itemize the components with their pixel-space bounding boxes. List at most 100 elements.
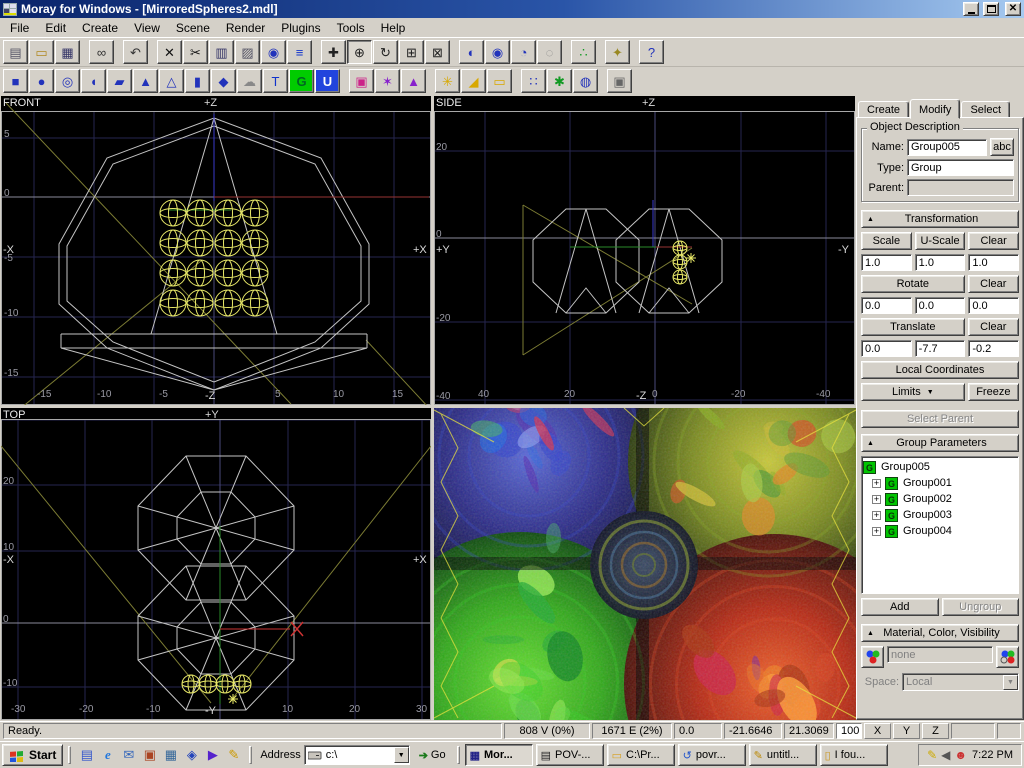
- local-coordinates-button[interactable]: Local Coordinates: [861, 361, 1019, 379]
- viewport-front[interactable]: FRONT+Z-X+X-Z50-5-10-15-15-10-551015: [1, 96, 431, 405]
- group-tree[interactable]: GGroup005+GGroup001+GGroup002+GGroup003+…: [861, 456, 1019, 594]
- volume-icon[interactable]: ◀: [941, 748, 950, 762]
- create-text-button[interactable]: T: [263, 69, 288, 93]
- open-file-button[interactable]: ▭: [29, 40, 54, 64]
- tree-item-group003[interactable]: +GGroup003: [863, 507, 1017, 523]
- network-users-icon[interactable]: ☻: [954, 748, 967, 762]
- task-button-mor[interactable]: ▦Mor...: [465, 744, 533, 766]
- menu-tools[interactable]: Tools: [329, 19, 373, 37]
- render-preview-button[interactable]: ∞: [89, 40, 114, 64]
- create-point-light-button[interactable]: ✳: [435, 69, 460, 93]
- clock[interactable]: 7:22 PM: [972, 749, 1013, 761]
- menu-plugins[interactable]: Plugins: [273, 19, 328, 37]
- space-dropdown[interactable]: Local ▼: [902, 673, 1019, 691]
- paste-button[interactable]: ▨: [235, 40, 260, 64]
- create-camera-button[interactable]: ▣: [607, 69, 632, 93]
- snap-value[interactable]: 100: [836, 723, 862, 739]
- name-field[interactable]: [907, 139, 987, 156]
- wireframe-options-button[interactable]: ≡: [287, 40, 312, 64]
- create-cylinder-button[interactable]: ▮: [185, 69, 210, 93]
- media-channels-icon[interactable]: ▣: [139, 745, 160, 765]
- menu-view[interactable]: View: [126, 19, 168, 37]
- move-object-button[interactable]: ⊕: [347, 40, 372, 64]
- material-browse-button[interactable]: [861, 646, 884, 668]
- translate-y-field[interactable]: [915, 340, 966, 357]
- expand-icon[interactable]: +: [872, 479, 881, 488]
- start-button[interactable]: Start: [2, 744, 63, 766]
- tab-select[interactable]: Select: [961, 101, 1010, 118]
- graphics-tray-icon[interactable]: ✎: [927, 748, 937, 762]
- tree-item-group005[interactable]: GGroup005: [863, 459, 1017, 475]
- tab-modify[interactable]: Modify: [910, 99, 960, 119]
- task-button-povr[interactable]: ↺povr...: [678, 744, 746, 766]
- calculator-icon[interactable]: ▦: [160, 745, 181, 765]
- task-button-cpr[interactable]: ▭C:\Pr...: [607, 744, 675, 766]
- expand-icon[interactable]: +: [872, 527, 881, 536]
- translate-z-field[interactable]: [968, 340, 1019, 357]
- freeze-button[interactable]: Freeze: [968, 383, 1019, 401]
- title-bar[interactable]: Moray for Windows - [MirroredSpheres2.md…: [0, 0, 1024, 18]
- translate-button[interactable]: Translate: [861, 318, 965, 336]
- address-input[interactable]: c:\ ▼: [304, 745, 410, 765]
- viewport-side[interactable]: SIDE+Z+Y-Y-Z200-20-4040200-20-40: [434, 96, 855, 405]
- group-parameters-header[interactable]: ▲ Group Parameters: [861, 434, 1019, 452]
- rotate-clear-button[interactable]: Clear: [968, 275, 1019, 293]
- paint-icon[interactable]: ✎: [223, 745, 244, 765]
- rotate-x-field[interactable]: [861, 297, 912, 314]
- scale-y-field[interactable]: [915, 254, 966, 271]
- new-file-button[interactable]: ▤: [3, 40, 28, 64]
- tree-item-group004[interactable]: +GGroup004: [863, 523, 1017, 539]
- cut-button[interactable]: ✂: [183, 40, 208, 64]
- transformation-header[interactable]: ▲ Transformation: [861, 210, 1019, 228]
- create-box-button[interactable]: ■: [3, 69, 28, 93]
- menu-render[interactable]: Render: [218, 19, 273, 37]
- help-button[interactable]: ?: [639, 40, 664, 64]
- select-by-color-button[interactable]: ∴: [571, 40, 596, 64]
- create-torus-button[interactable]: ◎: [55, 69, 80, 93]
- render-object-button[interactable]: ◐: [459, 40, 484, 64]
- menu-help[interactable]: Help: [373, 19, 414, 37]
- taskbar-grip[interactable]: [249, 746, 252, 764]
- translate-clear-button[interactable]: Clear: [968, 318, 1019, 336]
- add-button[interactable]: Add: [861, 598, 939, 616]
- render-scene-button[interactable]: ◉: [485, 40, 510, 64]
- viewport-camera-render[interactable]: [434, 408, 856, 720]
- restore-button[interactable]: [983, 2, 999, 16]
- tab-create[interactable]: Create: [858, 101, 909, 118]
- limits-button[interactable]: Limits ▼: [861, 383, 965, 401]
- task-button-ifou[interactable]: ▯I fou...: [820, 744, 888, 766]
- viewport-splitter-horizontal[interactable]: [0, 405, 856, 408]
- create-group-button[interactable]: G: [289, 69, 314, 93]
- taskbar-grip[interactable]: [68, 746, 71, 764]
- internet-explorer-icon[interactable]: e: [97, 745, 118, 765]
- create-lathe-button[interactable]: ◆: [211, 69, 236, 93]
- menu-file[interactable]: File: [2, 19, 37, 37]
- create-disc-button[interactable]: ◖: [81, 69, 106, 93]
- render-stop-button[interactable]: ◌: [537, 40, 562, 64]
- undo-button[interactable]: ↶: [123, 40, 148, 64]
- create-intersection-button[interactable]: ✶: [375, 69, 400, 93]
- create-area-light-button[interactable]: ▭: [487, 69, 512, 93]
- create-merge-button[interactable]: ▲: [401, 69, 426, 93]
- norton-icon[interactable]: ◈: [181, 745, 202, 765]
- create-bicone-button[interactable]: △: [159, 69, 184, 93]
- create-sphere-button[interactable]: ●: [29, 69, 54, 93]
- translate-x-field[interactable]: [861, 340, 912, 357]
- maximize-viewport-button[interactable]: ⊞: [399, 40, 424, 64]
- ungroup-button[interactable]: Ungroup: [942, 598, 1020, 616]
- uscale-button[interactable]: U-Scale: [915, 232, 966, 250]
- axis-z-toggle[interactable]: Z: [922, 723, 949, 739]
- abc-button[interactable]: abc: [990, 138, 1014, 156]
- menu-create[interactable]: Create: [74, 19, 126, 37]
- task-button-untitl[interactable]: ✎untitl...: [749, 744, 817, 766]
- rotate-object-button[interactable]: ↻: [373, 40, 398, 64]
- tree-item-group002[interactable]: +GGroup002: [863, 491, 1017, 507]
- rotate-y-field[interactable]: [915, 297, 966, 314]
- media-player-icon[interactable]: ▶: [202, 745, 223, 765]
- axis-x-toggle[interactable]: X: [864, 723, 891, 739]
- close-button[interactable]: ✕: [1005, 2, 1021, 16]
- create-cone-button[interactable]: ▲: [133, 69, 158, 93]
- expand-icon[interactable]: +: [872, 511, 881, 520]
- show-desktop-icon[interactable]: ▤: [76, 745, 97, 765]
- create-udo-button[interactable]: ◍: [573, 69, 598, 93]
